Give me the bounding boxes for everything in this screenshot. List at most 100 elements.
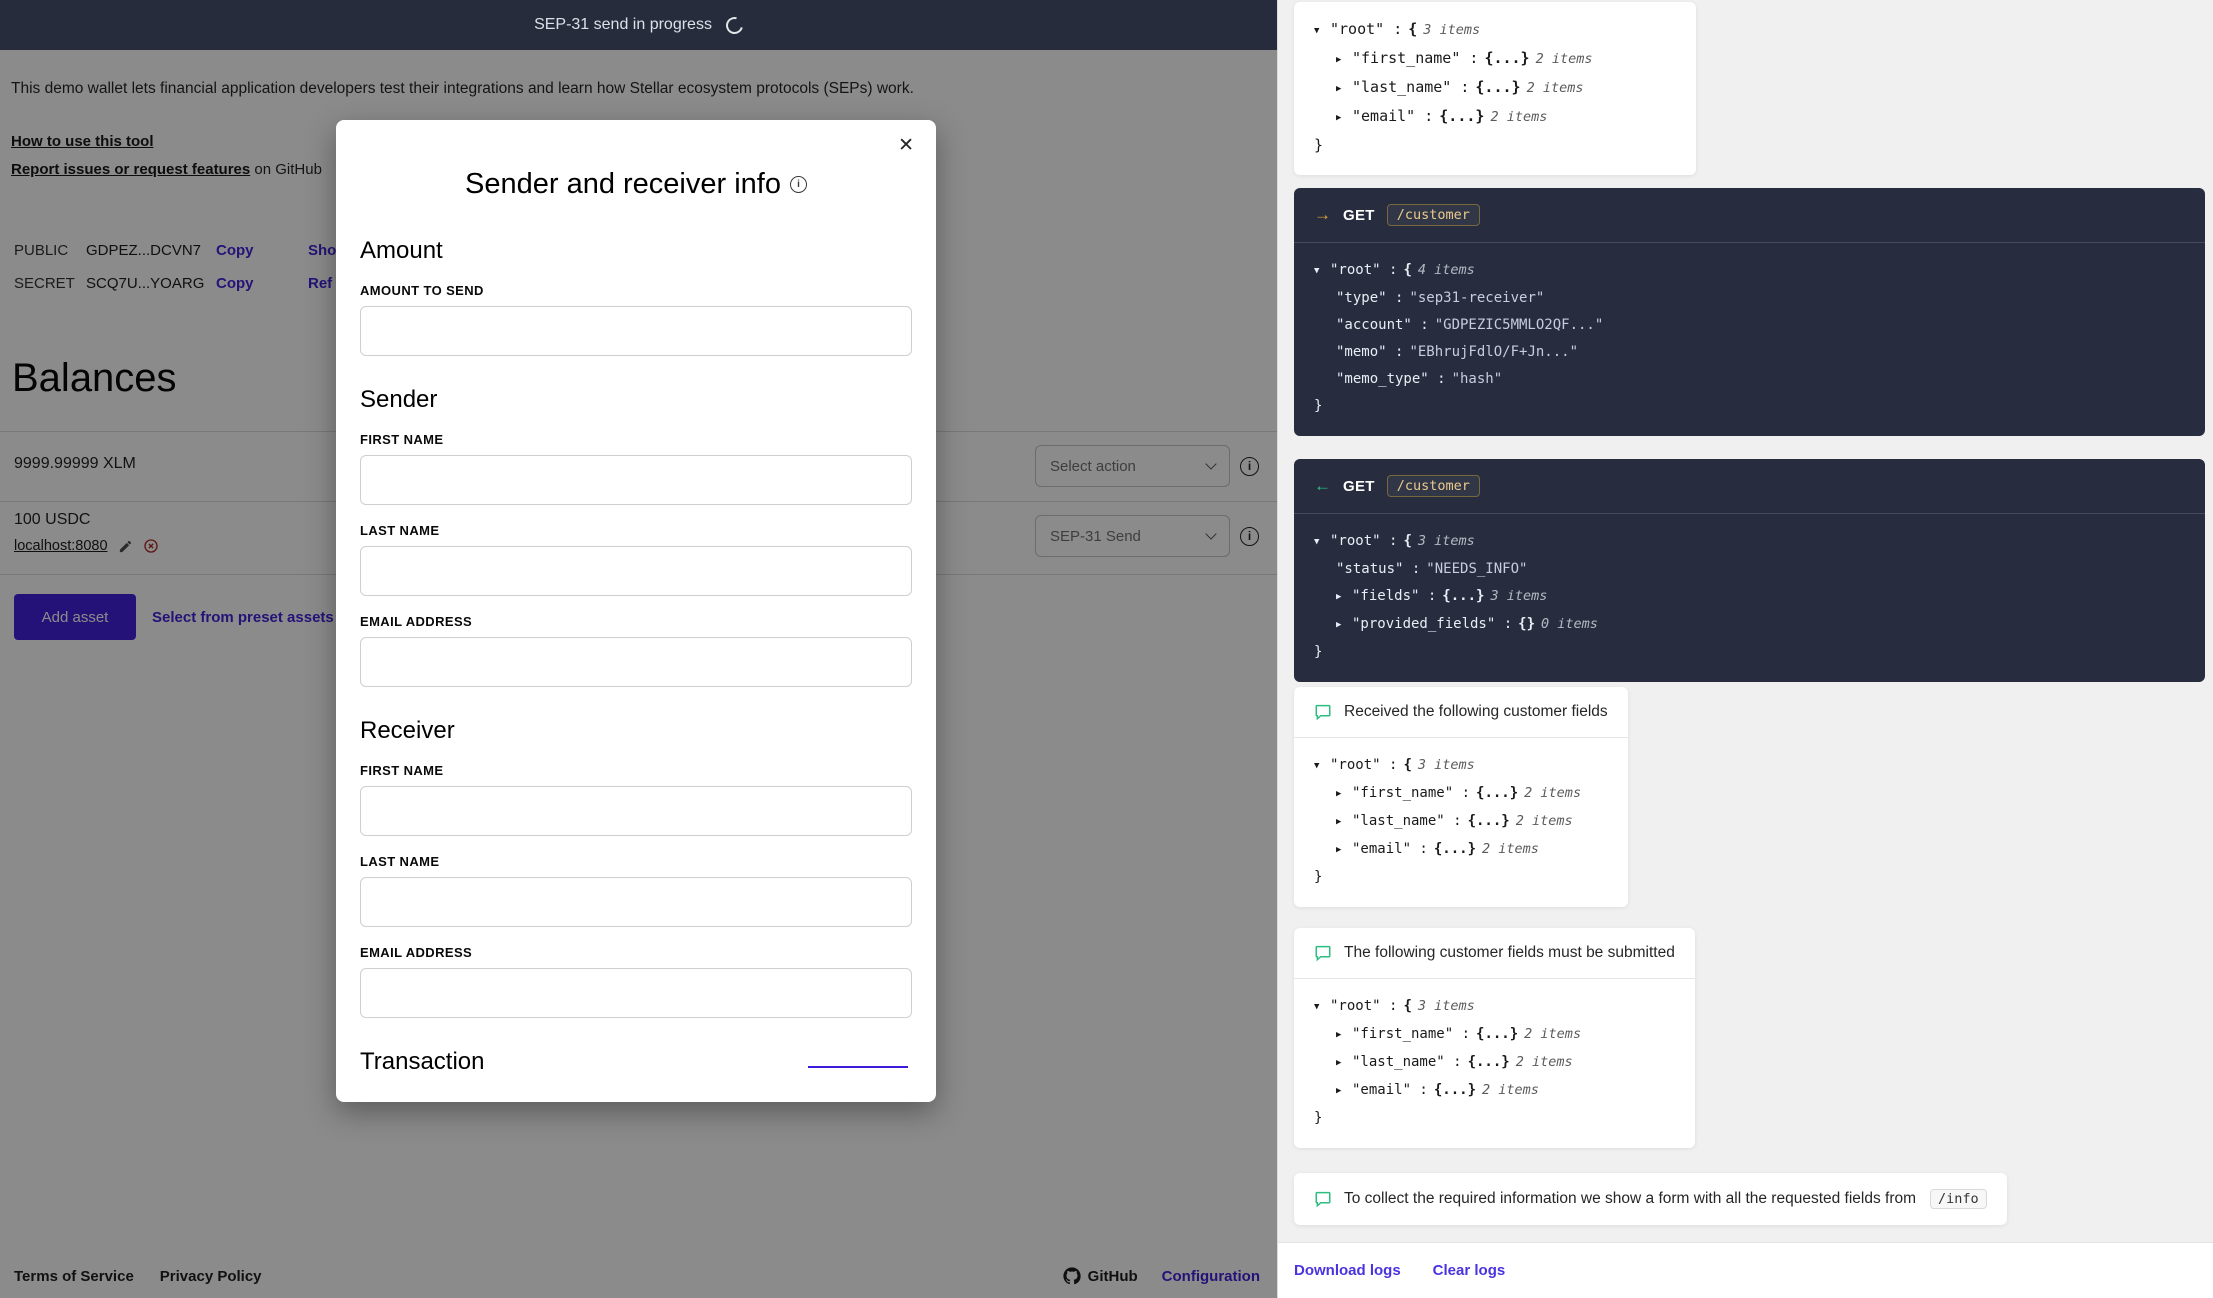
info-icon[interactable]: i bbox=[790, 176, 807, 193]
tree-caret-icon[interactable]: ▶ bbox=[1336, 584, 1352, 611]
json-key: "memo_type" : bbox=[1336, 371, 1446, 387]
tree-caret-icon[interactable]: ▼ bbox=[1314, 18, 1330, 45]
form-field: EMAIL ADDRESS bbox=[360, 945, 912, 1018]
json-key: "last_name" : bbox=[1352, 813, 1462, 829]
json-items-note: 2 items bbox=[1524, 785, 1581, 801]
message-header: The following customer fields must be su… bbox=[1294, 928, 1695, 978]
json-items-note: 3 items bbox=[1418, 757, 1475, 773]
tree-caret-icon[interactable]: ▶ bbox=[1336, 781, 1352, 808]
json-brace: { bbox=[1403, 757, 1411, 773]
json-tree: ▼"root" :{4 items "type" :"sep31-receive… bbox=[1294, 242, 2205, 436]
json-row: ▶"fields" :{...}3 items bbox=[1314, 583, 2185, 611]
json-items-note: 2 items bbox=[1524, 1026, 1581, 1042]
json-key: "provided_fields" : bbox=[1352, 616, 1512, 632]
amount-fields: AMOUNT TO SEND bbox=[360, 283, 912, 356]
modal-title: Sender and receiver info bbox=[465, 168, 781, 201]
message-text: The following customer fields must be su… bbox=[1344, 944, 1675, 962]
field-label: LAST NAME bbox=[360, 854, 912, 869]
json-key: "first_name" : bbox=[1352, 49, 1478, 67]
sender-field-input[interactable] bbox=[360, 455, 912, 505]
request-direction-arrow-icon: → bbox=[1314, 205, 1331, 225]
json-key: } bbox=[1314, 869, 1322, 885]
json-row: } bbox=[1314, 639, 2185, 666]
amount-to-send-input[interactable] bbox=[360, 306, 912, 356]
message-header: Received the following customer fields bbox=[1294, 687, 1628, 737]
message-endpoint-badge: /info bbox=[1930, 1189, 1987, 1209]
json-key: } bbox=[1314, 644, 1322, 660]
tree-caret-icon[interactable]: ▶ bbox=[1336, 47, 1352, 74]
chat-bubble-icon bbox=[1314, 703, 1332, 721]
download-logs-link[interactable]: Download logs bbox=[1294, 1262, 1401, 1279]
json-key: "root" : bbox=[1330, 533, 1397, 549]
form-field: LAST NAME bbox=[360, 854, 912, 927]
json-key: "email" : bbox=[1352, 841, 1428, 857]
json-key: "last_name" : bbox=[1352, 78, 1469, 96]
tree-caret-icon[interactable]: ▼ bbox=[1314, 258, 1330, 285]
json-key: "root" : bbox=[1330, 998, 1397, 1014]
receiver-fields: FIRST NAME LAST NAME EMAIL ADDRESS bbox=[360, 763, 912, 1018]
form-field: FIRST NAME bbox=[360, 763, 912, 836]
json-key: "status" : bbox=[1336, 561, 1420, 577]
tree-caret-icon[interactable]: ▶ bbox=[1336, 1022, 1352, 1049]
json-brace: {...} bbox=[1468, 813, 1510, 829]
tree-caret-icon[interactable]: ▶ bbox=[1336, 76, 1352, 103]
receiver-field-input[interactable] bbox=[360, 786, 912, 836]
request-method: GET bbox=[1343, 207, 1375, 224]
sender-fields: FIRST NAME LAST NAME EMAIL ADDRESS bbox=[360, 432, 912, 687]
json-brace: {...} bbox=[1439, 107, 1484, 125]
receiver-field-input[interactable] bbox=[360, 877, 912, 927]
json-row: } bbox=[1314, 1105, 1675, 1132]
tree-caret-icon[interactable]: ▶ bbox=[1336, 809, 1352, 836]
transaction-section-heading: Transaction bbox=[360, 1048, 912, 1076]
form-field: EMAIL ADDRESS bbox=[360, 614, 912, 687]
clear-logs-link[interactable]: Clear logs bbox=[1433, 1262, 1506, 1279]
tree-caret-icon[interactable]: ▼ bbox=[1314, 753, 1330, 780]
tree-caret-icon[interactable]: ▶ bbox=[1336, 612, 1352, 639]
loading-spinner-icon bbox=[723, 13, 746, 36]
json-value: "GDPEZIC5MMLO2QF..." bbox=[1435, 317, 1604, 333]
sender-receiver-modal: ✕ Sender and receiver info i Amount AMOU… bbox=[336, 120, 936, 1102]
json-row: ▶"last_name" :{...}2 items bbox=[1314, 74, 1676, 103]
logs-panel: ▼"root" :{3 items ▶"first_name" :{...}2 … bbox=[1277, 0, 2213, 1298]
json-brace: {...} bbox=[1434, 1082, 1476, 1098]
json-brace: {...} bbox=[1434, 841, 1476, 857]
logs-footer: Download logs Clear logs bbox=[1278, 1242, 2213, 1298]
json-key: "email" : bbox=[1352, 1082, 1428, 1098]
request-method: GET bbox=[1343, 478, 1375, 495]
tree-caret-icon[interactable]: ▶ bbox=[1336, 1078, 1352, 1105]
receiver-field-input[interactable] bbox=[360, 968, 912, 1018]
json-row: ▶"email" :{...}2 items bbox=[1314, 1077, 1675, 1105]
sender-field-input[interactable] bbox=[360, 546, 912, 596]
submit-link-underline[interactable] bbox=[808, 1066, 908, 1068]
status-toast-bar: SEP-31 send in progress bbox=[0, 0, 1277, 50]
sender-field-input[interactable] bbox=[360, 637, 912, 687]
tree-caret-icon[interactable]: ▶ bbox=[1336, 105, 1352, 132]
field-label: FIRST NAME bbox=[360, 432, 912, 447]
message-text: To collect the required information we s… bbox=[1344, 1190, 1916, 1208]
json-items-note: 3 items bbox=[1423, 22, 1480, 38]
tree-caret-icon[interactable]: ▶ bbox=[1336, 1050, 1352, 1077]
json-brace: {...} bbox=[1442, 588, 1484, 604]
json-key: "last_name" : bbox=[1352, 1054, 1462, 1070]
json-brace: { bbox=[1408, 20, 1417, 38]
json-items-note: 3 items bbox=[1418, 533, 1475, 549]
json-key: "first_name" : bbox=[1352, 785, 1470, 801]
close-icon[interactable]: ✕ bbox=[898, 136, 914, 155]
field-label: EMAIL ADDRESS bbox=[360, 945, 912, 960]
json-items-note: 2 items bbox=[1516, 1054, 1573, 1070]
tree-caret-icon[interactable]: ▼ bbox=[1314, 994, 1330, 1021]
message-text: Received the following customer fields bbox=[1344, 703, 1608, 721]
json-tree: ▼"root" :{3 items ▶"first_name" :{...}2 … bbox=[1294, 2, 1696, 175]
json-items-note: 2 items bbox=[1527, 80, 1584, 96]
request-header: → GET /customer bbox=[1294, 188, 2205, 242]
json-key: "account" : bbox=[1336, 317, 1429, 333]
json-brace: {...} bbox=[1476, 1026, 1518, 1042]
logs-scroll-area[interactable]: ▼"root" :{3 items ▶"first_name" :{...}2 … bbox=[1278, 0, 2213, 1242]
json-items-note: 2 items bbox=[1490, 109, 1547, 125]
tree-caret-icon[interactable]: ▶ bbox=[1336, 837, 1352, 864]
tree-caret-icon[interactable]: ▼ bbox=[1314, 529, 1330, 556]
json-items-note: 2 items bbox=[1536, 51, 1593, 67]
json-key: } bbox=[1314, 136, 1323, 154]
request-direction-arrow-icon: ← bbox=[1314, 476, 1331, 496]
json-row: ▶"first_name" :{...}2 items bbox=[1314, 780, 1608, 808]
